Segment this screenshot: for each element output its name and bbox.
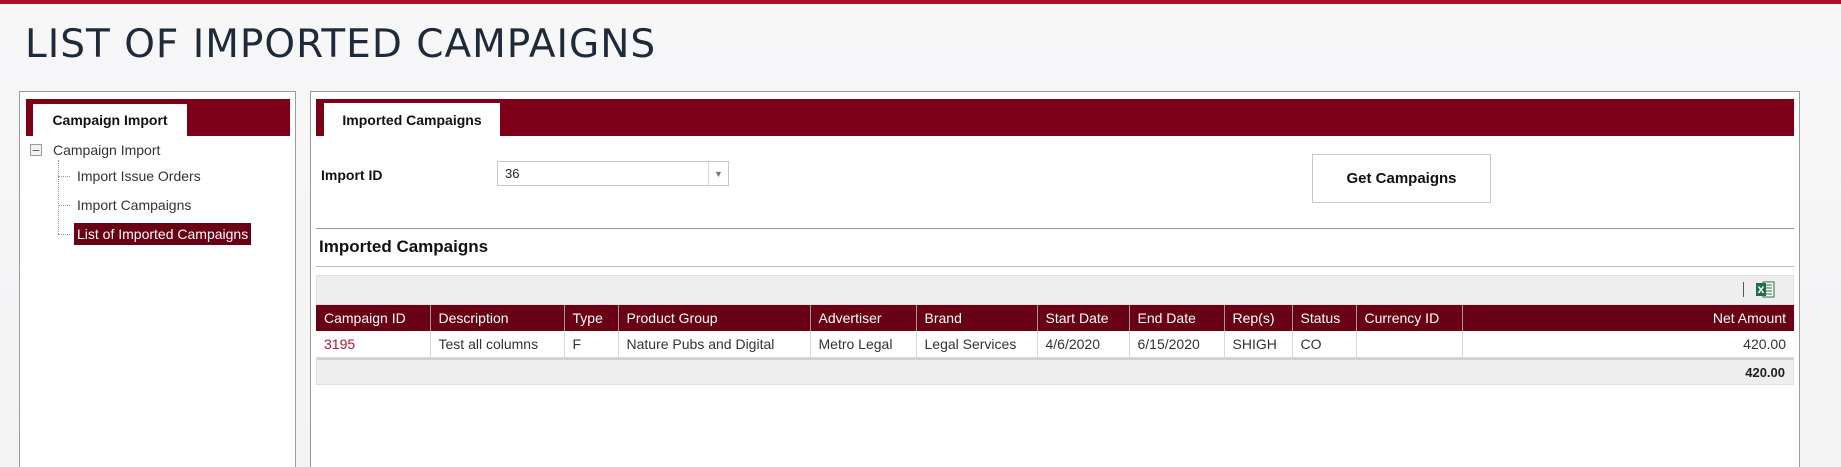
- tree-item-import-issue-orders[interactable]: Import Issue Orders: [58, 164, 204, 188]
- column-header-net-amount[interactable]: Net Amount: [1462, 305, 1794, 331]
- import-id-value[interactable]: 36: [498, 166, 708, 181]
- tree-item-list-of-imported-campaigns[interactable]: List of Imported Campaigns: [58, 222, 252, 246]
- column-header-brand[interactable]: Brand: [916, 305, 1038, 331]
- cell-net-amount: 420.00: [1462, 331, 1794, 358]
- grid-footer-row: 420.00: [316, 358, 1794, 385]
- left-tabstrip: Campaign Import: [26, 99, 290, 136]
- net-amount-total: 420.00: [1745, 365, 1785, 380]
- section-divider-bottom: [316, 266, 1794, 267]
- column-header-start-date[interactable]: Start Date: [1037, 305, 1130, 331]
- tree-connector: [58, 233, 70, 235]
- cell-description: Test all columns: [430, 331, 565, 358]
- tree-root-campaign-import[interactable]: − Campaign Import: [30, 140, 160, 160]
- import-id-label: Import ID: [321, 167, 383, 183]
- cell-type: F: [564, 331, 619, 358]
- tab-campaign-import[interactable]: Campaign Import: [33, 104, 187, 136]
- column-header-reps[interactable]: Rep(s): [1224, 305, 1293, 331]
- column-header-campaign-id[interactable]: Campaign ID: [316, 305, 431, 331]
- excel-export-icon[interactable]: X: [1755, 280, 1775, 299]
- cell-reps: SHIGH: [1224, 331, 1293, 358]
- dropdown-arrow-icon[interactable]: ▼: [708, 162, 728, 185]
- column-header-currency-id[interactable]: Currency ID: [1356, 305, 1463, 331]
- import-id-dropdown[interactable]: 36 ▼: [497, 161, 729, 186]
- cell-product-group: Nature Pubs and Digital: [618, 331, 811, 358]
- column-header-status[interactable]: Status: [1292, 305, 1357, 331]
- cell-start-date: 4/6/2020: [1037, 331, 1130, 358]
- column-header-description[interactable]: Description: [430, 305, 565, 331]
- tree-root-label[interactable]: Campaign Import: [53, 142, 160, 158]
- cell-advertiser: Metro Legal: [810, 331, 917, 358]
- toolbar-separator: [1743, 282, 1744, 297]
- grid-toolbar: X: [316, 275, 1794, 305]
- collapse-toggle-icon[interactable]: −: [30, 144, 42, 156]
- tab-imported-campaigns[interactable]: Imported Campaigns: [324, 103, 500, 136]
- main-content-panel: Imported Campaigns Import ID 36 ▼ Get Ca…: [310, 91, 1800, 467]
- column-header-product-group[interactable]: Product Group: [618, 305, 811, 331]
- column-header-type[interactable]: Type: [564, 305, 619, 331]
- cell-campaign-id-link[interactable]: 3195: [316, 331, 431, 358]
- tree-item-label[interactable]: Import Issue Orders: [74, 165, 204, 187]
- tree-connector: [58, 204, 70, 206]
- column-header-end-date[interactable]: End Date: [1129, 305, 1225, 331]
- cell-brand: Legal Services: [916, 331, 1038, 358]
- tree-connector: [58, 175, 70, 177]
- svg-text:X: X: [1758, 286, 1765, 296]
- column-header-advertiser[interactable]: Advertiser: [810, 305, 917, 331]
- tree-item-import-campaigns[interactable]: Import Campaigns: [58, 193, 194, 217]
- top-accent-stripe: [0, 0, 1841, 4]
- table-row[interactable]: 3195 Test all columns F Nature Pubs and …: [316, 331, 1794, 358]
- section-divider-top: [316, 228, 1794, 229]
- cell-currency-id: [1356, 331, 1463, 358]
- tree-item-label[interactable]: Import Campaigns: [74, 194, 194, 216]
- cell-end-date: 6/15/2020: [1129, 331, 1225, 358]
- left-nav-panel: Campaign Import − Campaign Import Import…: [19, 91, 296, 467]
- get-campaigns-button[interactable]: Get Campaigns: [1312, 154, 1491, 203]
- cell-status: CO: [1292, 331, 1357, 358]
- page-title: LIST OF IMPORTED CAMPAIGNS: [25, 22, 657, 67]
- tree-item-label[interactable]: List of Imported Campaigns: [74, 223, 252, 245]
- section-title: Imported Campaigns: [319, 237, 489, 256]
- campaigns-table: Campaign ID Description Type Product Gro…: [316, 305, 1794, 358]
- table-header-row: Campaign ID Description Type Product Gro…: [316, 305, 1794, 331]
- main-tabstrip: Imported Campaigns: [316, 99, 1794, 136]
